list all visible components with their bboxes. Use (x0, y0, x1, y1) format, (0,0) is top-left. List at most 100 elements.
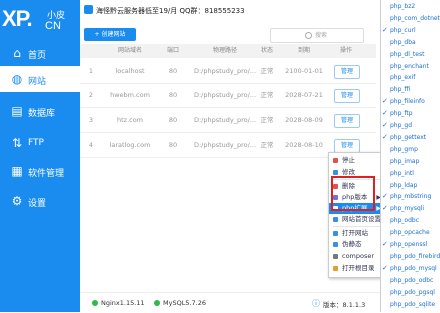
row-domain: localhost (115, 67, 145, 75)
php-extension-item[interactable]: php_ldap (381, 180, 440, 191)
php-extension-item[interactable]: ✓ php_ftp (381, 108, 440, 119)
php-extension-label: php_ftp (390, 110, 413, 118)
table-row[interactable]: 2 hwebm.com 80 D:/phpstudy_pro/... 正常 20… (80, 84, 376, 108)
manage-button[interactable]: 管理 (334, 65, 360, 79)
php-extension-label: php_dba (390, 38, 416, 46)
column-header-expire: 到期 (297, 47, 310, 54)
php-extension-label: php_pdo_pgsql (390, 288, 435, 296)
manage-button[interactable]: 管理 (334, 139, 360, 153)
row-port: 80 (168, 91, 178, 99)
menu-divider (333, 226, 381, 227)
row-path[interactable]: D:/phpstudy_pro/... (192, 138, 258, 152)
php-extension-item[interactable]: ✓ php_curl (381, 25, 440, 36)
menu-item-rewrite[interactable]: 伪静态 (329, 239, 385, 250)
sidebar: XP. 小皮 CN ⌂ 首页 ◍ 网站 ▤ 数据库 ⇅ FTP ▦ 软件管理 ⚙… (0, 0, 80, 312)
php-extension-label: php_pdo_sqlite (390, 300, 436, 308)
php-extension-item[interactable]: php_exif (381, 72, 440, 83)
php-extension-item[interactable]: php_ffi (381, 84, 440, 95)
php-extension-label: php_dl_test (390, 50, 425, 58)
php-extension-item[interactable]: php_enchant (381, 61, 440, 72)
search-input[interactable]: 搜索 (270, 28, 364, 43)
php-extension-item[interactable]: ✓ php_gettext (381, 132, 440, 143)
php-extension-item[interactable]: php_gmp (381, 144, 440, 155)
menu-item-label: 打开根目录 (342, 264, 375, 272)
row-number: 3 (88, 116, 94, 124)
table-row[interactable]: 3 htz.com 80 D:/phpstudy_pro/... 正常 2028… (80, 109, 376, 133)
manage-button[interactable]: 管理 (334, 114, 360, 128)
php-extension-label: php_ldap (390, 181, 418, 189)
composer-icon (333, 254, 338, 259)
row-path[interactable]: D:/phpstudy_pro/... (192, 88, 258, 102)
logo-text-bottom: CN (45, 20, 61, 32)
menu-item-open-site[interactable]: 打开网站 (329, 228, 385, 239)
php-extension-item[interactable]: php_intl (381, 168, 440, 179)
php-extension-label: php_pdo_odbc (390, 276, 434, 284)
php-extension-label: php_gmp (390, 145, 418, 153)
app-version: 版本：8.1.1.3 (323, 301, 366, 309)
php-extension-item[interactable]: php_pdo_firebird (381, 251, 440, 262)
menu-item-open-root[interactable]: 打开根目录 (329, 263, 385, 274)
rewrite-icon (333, 242, 338, 247)
search-icon (305, 32, 312, 39)
nav-database[interactable]: ▤ 数据库 (0, 98, 80, 124)
checkmark-icon: ✓ (382, 109, 388, 118)
php-extension-item[interactable]: ✓ php_pdo_mysql (381, 263, 440, 274)
php-extension-item[interactable]: ✓ php_mbstring (381, 191, 440, 202)
stop-icon (333, 158, 338, 163)
column-header-action: 操作 (339, 47, 352, 54)
row-expire: 2100-01-01 (285, 67, 323, 75)
mysql-status-dot (154, 300, 160, 306)
php-extension-item[interactable]: php_dba (381, 37, 440, 48)
menu-item-homepage-settings[interactable]: 网站首页设置 (329, 214, 385, 225)
logo-mark: XP. (2, 6, 33, 31)
nav-label: 首页 (28, 51, 47, 61)
php-extension-label: php_enchant (390, 62, 429, 70)
folder-icon (333, 266, 338, 271)
nav-home[interactable]: ⌂ 首页 (0, 40, 80, 66)
nav-ftp[interactable]: ⇅ FTP (0, 130, 80, 156)
checkmark-icon: ✓ (382, 263, 388, 272)
create-website-button[interactable]: + 创建网站 (84, 28, 136, 41)
table-row[interactable]: 1 localhost 80 D:/phpstudy_pro/... 正常 21… (80, 60, 376, 84)
row-path[interactable]: D:/phpstudy_pro/... (192, 113, 258, 127)
home-icon: ⌂ (13, 46, 21, 60)
php-extension-item[interactable]: ✓ php_mysqli (381, 203, 440, 214)
nav-label: FTP (28, 138, 44, 148)
column-header-domain: 网站域名 (117, 47, 142, 54)
php-extension-item[interactable]: php_odbc (381, 215, 440, 226)
row-expire: 2028-08-10 (285, 141, 323, 149)
row-path[interactable]: D:/phpstudy_pro/... (192, 64, 258, 78)
nginx-status-dot (92, 300, 98, 306)
highlight-annotation-box (331, 176, 375, 211)
status-bar: Nginx1.15.11 MySQL5.7.26 ⓘ 版本：8.1.1.3 (80, 292, 380, 313)
php-extension-item[interactable]: php_pdo_pgsql (381, 287, 440, 298)
nav-label: 网站 (28, 77, 47, 87)
menu-item-stop[interactable]: 停止 (329, 155, 385, 166)
php-extension-item[interactable]: php_pdo_sqlite (381, 299, 440, 310)
announcement-text[interactable]: 海怪黔云服务器低至19/月 QQ群：818555233 (96, 6, 245, 16)
php-extension-item[interactable]: php_com_dotnet (381, 13, 440, 24)
menu-item-label: 打开网站 (342, 229, 368, 237)
row-status: 正常 (260, 91, 274, 99)
php-extension-label: php_mysqli (390, 205, 425, 213)
php-extension-label: php_intl (390, 169, 414, 177)
php-extension-item[interactable]: php_dl_test (381, 49, 440, 60)
php-extension-item[interactable]: ✓ php_fileinfo (381, 96, 440, 107)
php-extension-item[interactable]: php_pdo_odbc (381, 275, 440, 286)
nav-settings[interactable]: ⚙ 设置 (0, 188, 80, 214)
php-extension-label: php_fileinfo (390, 98, 425, 106)
nav-software[interactable]: ▦ 软件管理 (0, 158, 80, 184)
menu-item-composer[interactable]: composer (329, 251, 385, 262)
nav-websites[interactable]: ◍ 网站 (0, 66, 80, 92)
search-placeholder: 搜索 (315, 32, 328, 39)
php-extension-item[interactable]: php_bz2 (381, 1, 440, 12)
php-extension-item[interactable]: ✓ php_openssl (381, 239, 440, 250)
gear-icon: ⚙ (11, 194, 23, 208)
mysql-version: MySQL5.7.26 (163, 299, 206, 307)
php-extension-item[interactable]: ✓ php_gd (381, 120, 440, 131)
php-extension-item[interactable]: php_opcache (381, 227, 440, 238)
manage-button[interactable]: 管理 (334, 89, 360, 103)
php-extension-label: php_mbstring (390, 193, 432, 201)
php-extension-item[interactable]: php_imap (381, 156, 440, 167)
checkmark-icon: ✓ (382, 25, 388, 34)
